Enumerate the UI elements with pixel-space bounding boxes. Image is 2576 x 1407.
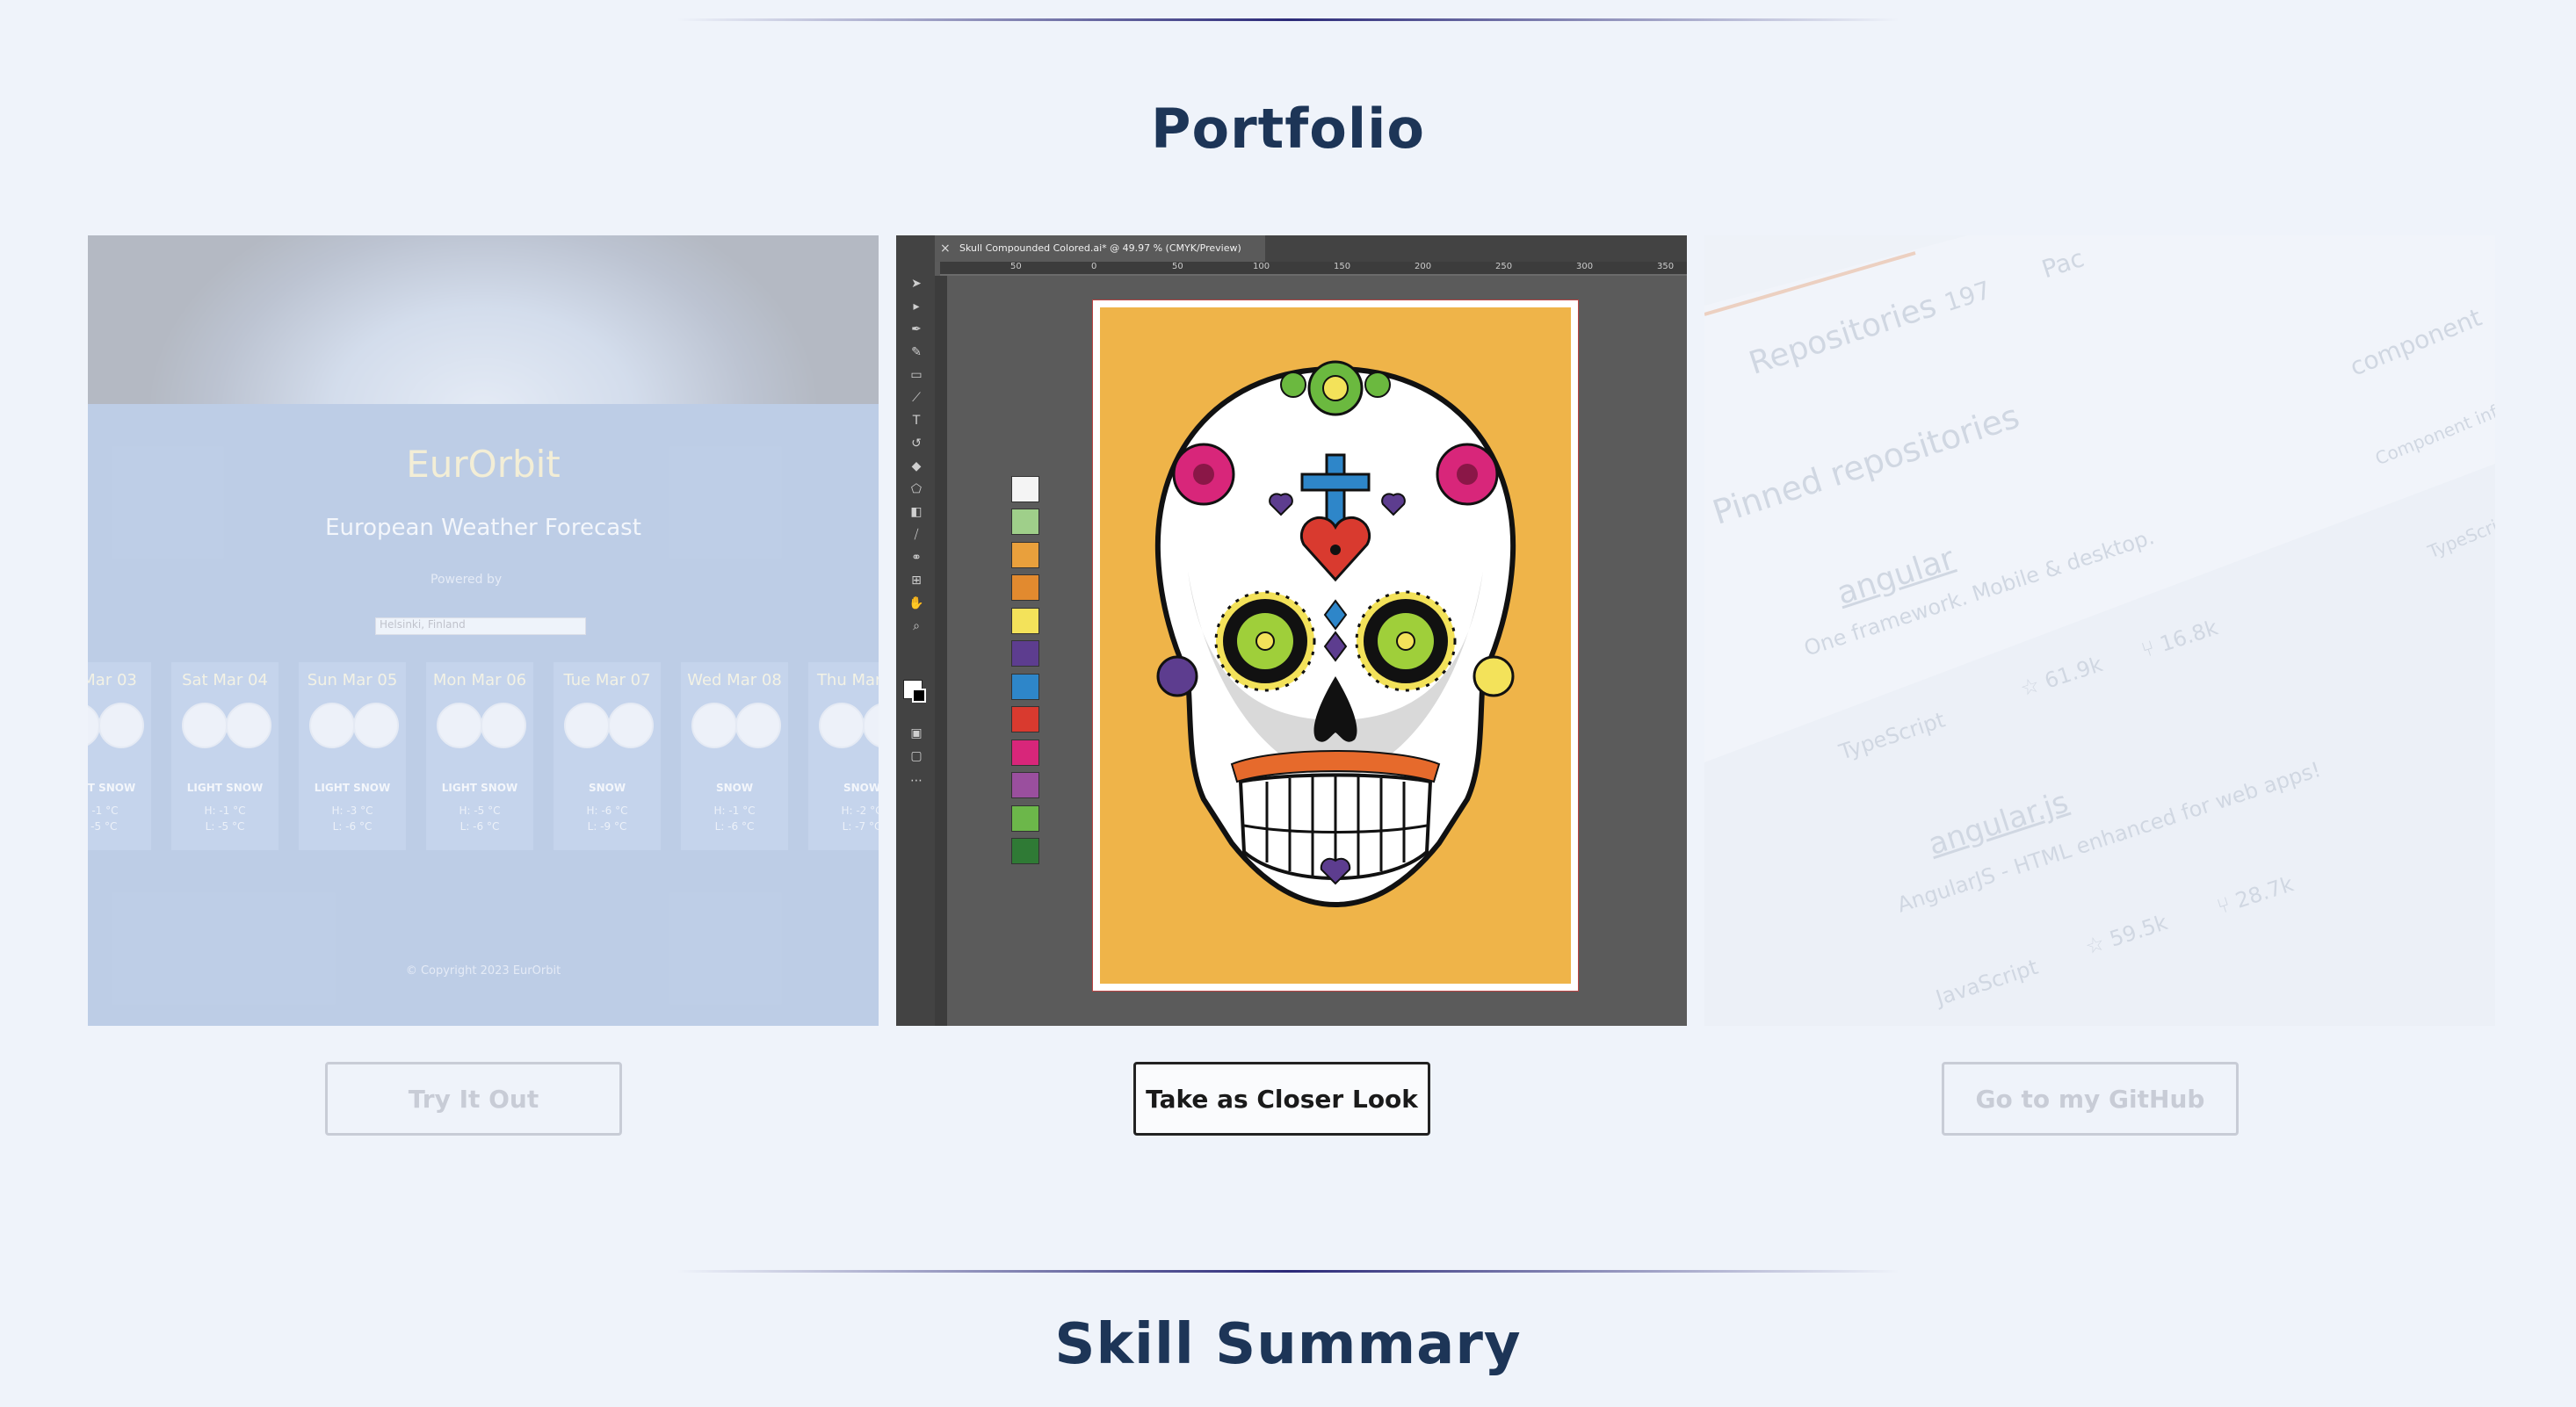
github-screenshot-background <box>1704 235 2495 1026</box>
weather-icon <box>88 703 100 748</box>
weather-icon <box>863 703 879 748</box>
repo-forks: ⑂ 28.7k <box>2214 871 2297 920</box>
artboard[interactable] <box>1093 300 1578 991</box>
weather-icon <box>353 703 399 748</box>
close-icon[interactable]: × <box>940 235 951 262</box>
weather-icon <box>691 703 737 748</box>
draw-mode-icon[interactable]: ▣ <box>908 727 924 740</box>
blend-tool-icon[interactable]: ⚭ <box>908 552 924 564</box>
eyedropper-tool-icon[interactable]: ⧸ <box>908 529 924 541</box>
type-tool-icon[interactable]: T <box>908 415 924 427</box>
side-repo-language: TypeScript <box>2425 509 2495 563</box>
side-repo-link[interactable]: component <box>2346 303 2486 382</box>
swatch[interactable] <box>1011 542 1039 568</box>
repo-link-angularjs[interactable]: angular.js <box>1924 784 2073 862</box>
zoom-tool-icon[interactable]: ⌕ <box>908 620 924 632</box>
repo-forks: ⑂ 16.8k <box>2138 615 2221 663</box>
direct-selection-tool-icon[interactable]: ▸ <box>908 300 924 313</box>
portfolio-title: Portfolio <box>1151 97 1425 161</box>
github-button[interactable]: Go to my GitHub <box>1942 1062 2239 1136</box>
tools-panel: ➤ ▸ ✒ ✎ ▭ ⟋ T ↺ ◆ ⬠ ◧ ⧸ ⚭ ⊞ ✋ ⌕ ▣ ▢ ⋯ <box>896 262 935 1026</box>
rotate-tool-icon[interactable]: ↺ <box>908 437 924 450</box>
top-divider <box>677 18 1899 21</box>
weather-icon <box>226 703 271 748</box>
repo-stars: ☆ 61.9k <box>2017 652 2106 702</box>
artboard-tool-icon[interactable]: ⊞ <box>908 574 924 587</box>
bottom-divider <box>677 1270 1899 1273</box>
forecast-day: Thu Mar 09 SNOW H: -2 °CL: -7 °C <box>808 662 879 850</box>
sugar-skull-artwork <box>1100 307 1571 984</box>
swatch[interactable] <box>1011 640 1039 667</box>
weather-icon <box>309 703 355 748</box>
swatch[interactable] <box>1011 772 1039 798</box>
repo-stars: ☆ 59.5k <box>2082 910 2171 960</box>
weather-icon <box>98 703 144 748</box>
city-input[interactable]: Helsinki, Finland <box>375 617 586 635</box>
fork-icon: ⑂ <box>2214 890 2240 920</box>
weather-icon <box>819 703 865 748</box>
top-ruler: 50 0 50 100 150 200 250 300 350 <box>940 262 1687 276</box>
gradient-tool-icon[interactable]: ◧ <box>908 506 924 518</box>
weather-app-footer: © Copyright 2023 EurOrbit <box>405 964 561 978</box>
pen-tool-icon[interactable]: ✒ <box>908 323 924 336</box>
paintbrush-tool-icon[interactable]: ⟋ <box>908 392 924 404</box>
packages-tab[interactable]: Pac <box>2038 243 2088 284</box>
swatch[interactable] <box>1011 838 1039 864</box>
more-tools-icon[interactable]: ⋯ <box>908 775 924 787</box>
weather-icon <box>564 703 610 748</box>
pinned-repositories-heading: Pinned repositories <box>1708 396 2024 532</box>
hand-tool-icon[interactable]: ✋ <box>908 597 924 610</box>
weather-project-card[interactable]: EurOrbit European Weather Forecast Power… <box>88 235 879 1026</box>
earth-image <box>88 235 879 404</box>
closer-look-button[interactable]: Take as Closer Look <box>1133 1062 1430 1136</box>
screen-mode-icon[interactable]: ▢ <box>908 750 924 762</box>
swatch[interactable] <box>1011 509 1039 535</box>
repositories-tab[interactable]: Repositories 197 <box>1745 271 1995 382</box>
forecast-day: Sun Mar 05 LIGHT SNOW H: -3 °C L: -6 °C <box>299 662 406 850</box>
repo-description: One framework. Mobile & desktop. <box>1801 524 2158 661</box>
weather-app-body <box>88 404 879 1026</box>
forecast-row: Fri Mar 03 LIGHT SNOW H: -1 °CL: -5 °C S… <box>88 662 879 850</box>
forecast-day: Fri Mar 03 LIGHT SNOW H: -1 °CL: -5 °C <box>88 662 151 850</box>
swatch[interactable] <box>1011 574 1039 601</box>
rectangle-tool-icon[interactable]: ▭ <box>908 369 924 381</box>
side-repo-description: Component infrastructure <box>2372 364 2495 470</box>
swatch[interactable] <box>1011 608 1039 634</box>
shape-builder-tool-icon[interactable]: ⬠ <box>908 483 924 495</box>
swatch[interactable] <box>1011 706 1039 732</box>
try-it-out-button[interactable]: Try It Out <box>325 1062 622 1136</box>
swatch[interactable] <box>1011 674 1039 700</box>
star-icon: ☆ <box>2082 927 2115 960</box>
weather-icon <box>735 703 781 748</box>
forecast-day: Wed Mar 08 SNOW H: -1 °C L: -6 °C <box>681 662 788 850</box>
repo-link-angular[interactable]: angular <box>1833 541 1958 612</box>
stroke-color-icon[interactable] <box>912 689 926 703</box>
repo-description: AngularJS - HTML enhanced for web apps! <box>1894 756 2325 918</box>
repo-language: TypeScript <box>1836 707 1949 765</box>
powered-by-label: Powered by <box>431 573 503 587</box>
swatch[interactable] <box>1011 805 1039 832</box>
swatch[interactable] <box>1011 740 1039 766</box>
document-tab[interactable]: Skull Compounded Colored.ai* @ 49.97 % (… <box>935 235 1265 262</box>
swatch[interactable] <box>1011 476 1039 502</box>
github-project-card[interactable]: Repositories 197 Pinned repositories ang… <box>1704 235 2495 1026</box>
forecast-day: Mon Mar 06 LIGHT SNOW H: -5 °C L: -6 °C <box>426 662 533 850</box>
forecast-day: Tue Mar 07 SNOW H: -6 °C L: -9 °C <box>554 662 661 850</box>
weather-icon <box>182 703 228 748</box>
illustrator-project-card[interactable]: Skull Compounded Colored.ai* @ 49.97 % (… <box>896 235 1687 1026</box>
skill-summary-title: Skill Summary <box>1054 1312 1522 1377</box>
star-icon: ☆ <box>2017 669 2050 702</box>
weather-icon <box>437 703 482 748</box>
left-ruler <box>935 276 947 1026</box>
selection-tool-icon[interactable]: ➤ <box>908 278 924 290</box>
weather-icon <box>608 703 654 748</box>
curvature-tool-icon[interactable]: ✎ <box>908 346 924 358</box>
forecast-day: Sat Mar 04 LIGHT SNOW H: -1 °C L: -5 °C <box>171 662 279 850</box>
weather-app-title: EurOrbit <box>406 443 561 486</box>
fork-icon: ⑂ <box>2138 633 2165 663</box>
eraser-tool-icon[interactable]: ◆ <box>908 460 924 473</box>
weather-icon <box>481 703 526 748</box>
weather-app-subtitle: European Weather Forecast <box>325 515 641 541</box>
repo-language: JavaScript <box>1933 954 2042 1011</box>
